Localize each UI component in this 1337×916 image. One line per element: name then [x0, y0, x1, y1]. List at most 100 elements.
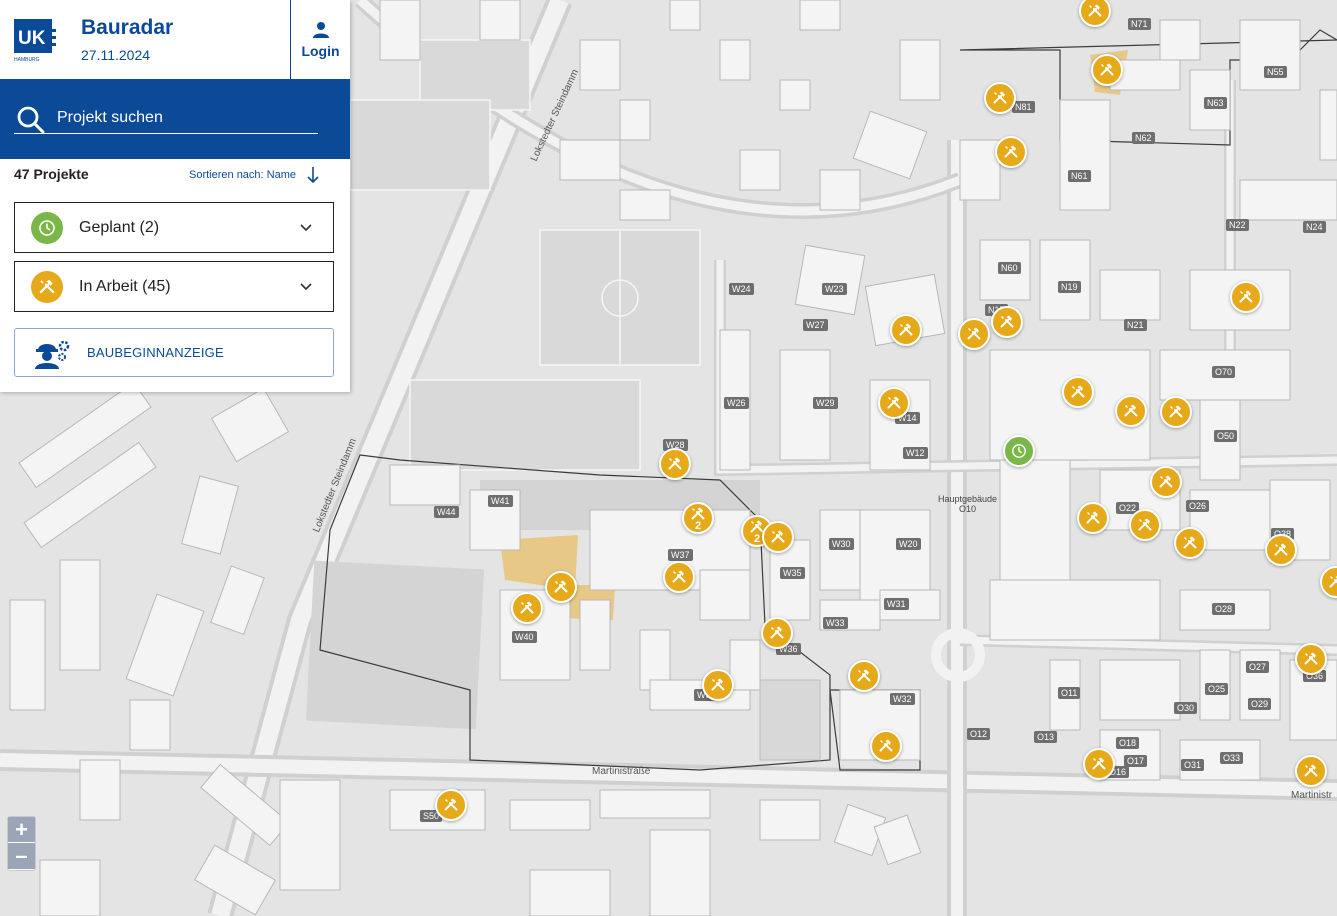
hammer-icon [1086, 511, 1100, 524]
building-label: W24 [729, 283, 754, 295]
building-label: O28 [1212, 603, 1236, 615]
project-marker-in-progress[interactable] [1129, 509, 1161, 541]
group-geplant[interactable]: Geplant (2) [14, 202, 334, 253]
building-label: N24 [1303, 221, 1326, 233]
project-marker-in-progress[interactable] [659, 448, 691, 480]
app-title: Bauradar [81, 16, 174, 39]
zoom-control: + – [7, 816, 36, 871]
project-marker-in-progress[interactable] [991, 306, 1023, 338]
search-icon [17, 106, 45, 134]
hammer-icon [668, 457, 682, 470]
hammer-icon [1004, 145, 1018, 158]
project-marker-in-progress[interactable] [1160, 396, 1192, 428]
hammer-icon [857, 669, 871, 682]
project-marker-in-progress[interactable] [761, 617, 793, 649]
project-marker-in-progress[interactable] [870, 730, 902, 762]
main-building-label: Hauptgebäude O10 [938, 494, 997, 514]
building-label: N22 [1226, 219, 1249, 231]
building-label: O11 [1058, 687, 1081, 699]
project-marker-in-progress[interactable] [958, 318, 990, 350]
zoom-out-button[interactable]: – [8, 843, 35, 869]
hammer-icon [879, 739, 893, 752]
search-bar [0, 79, 350, 159]
app-date: 27.11.2024 [81, 47, 151, 63]
project-marker-in-progress[interactable] [890, 314, 922, 346]
project-marker-in-progress[interactable] [1174, 527, 1206, 559]
project-marker-in-progress[interactable] [1265, 534, 1297, 566]
project-marker-planned[interactable] [1003, 435, 1035, 467]
project-marker-in-progress[interactable] [545, 571, 577, 603]
hammer-icon [1159, 475, 1173, 488]
poi-label: O10 [959, 504, 977, 514]
project-marker-in-progress[interactable] [1115, 395, 1147, 427]
baubeginnanzeige-button[interactable]: BAUBEGINNANZEIGE [14, 328, 334, 377]
side-panel: UK HAMBURG Bauradar 27.11.2024 Login 47 … [0, 0, 350, 392]
building-label: N61 [1068, 170, 1091, 182]
top-bar: UK HAMBURG Bauradar 27.11.2024 Login [0, 0, 350, 79]
project-marker-in-progress[interactable] [984, 82, 1016, 114]
poi-label: Hauptgebäude [938, 494, 998, 504]
project-marker-in-progress[interactable] [1230, 281, 1262, 313]
login-button[interactable]: Login [290, 0, 350, 79]
worker-gear-icon [35, 340, 70, 369]
building-label: O25 [1205, 683, 1229, 695]
hammer-icon [771, 530, 785, 543]
user-icon [312, 21, 329, 38]
project-marker-in-progress[interactable] [663, 561, 695, 593]
project-marker-in-progress[interactable] [435, 789, 467, 821]
hammer-icon [554, 580, 568, 593]
building-label: W27 [803, 319, 828, 331]
group-label: In Arbeit (45) [79, 277, 171, 295]
group-label: Geplant (2) [79, 218, 160, 236]
building-label: N21 [1124, 319, 1147, 331]
project-marker-in-progress[interactable] [511, 592, 543, 624]
marker-count: 2 [753, 532, 761, 545]
project-marker-in-progress[interactable]: 2 [682, 502, 714, 534]
building-label: N63 [1204, 97, 1227, 109]
hammer-icon [1100, 63, 1114, 76]
building-label: N19 [1058, 281, 1081, 293]
logo-subtext: HAMBURG [14, 57, 40, 63]
project-marker-in-progress[interactable] [848, 660, 880, 692]
clock-icon [31, 211, 63, 244]
building-label: W35 [780, 567, 805, 579]
building-label: W33 [823, 617, 848, 629]
building-label: O27 [1246, 661, 1270, 673]
project-marker-in-progress[interactable] [995, 136, 1027, 168]
zoom-in-button[interactable]: + [8, 817, 35, 843]
project-marker-in-progress[interactable] [1077, 502, 1109, 534]
chevron-down-icon [300, 282, 312, 290]
building-label: O33 [1220, 752, 1244, 764]
hammer-icon [1304, 764, 1318, 777]
group-in-arbeit[interactable]: In Arbeit (45) [14, 261, 334, 312]
project-marker-in-progress[interactable] [1083, 748, 1115, 780]
project-marker-in-progress[interactable] [702, 669, 734, 701]
clock-icon [1012, 444, 1026, 458]
hammer-icon [1124, 404, 1138, 417]
project-marker-in-progress[interactable] [878, 387, 910, 419]
hammer-icon [993, 91, 1007, 104]
chevron-down-icon [300, 223, 312, 231]
building-label: W12 [903, 447, 928, 459]
building-label: O31 [1181, 759, 1205, 771]
project-marker-in-progress[interactable] [1150, 466, 1182, 498]
sort-button[interactable]: Sortieren nach: Name [189, 166, 320, 184]
hammer-icon [444, 798, 458, 811]
building-label: O18 [1116, 737, 1140, 749]
project-marker-in-progress[interactable] [1091, 54, 1123, 86]
project-marker-in-progress[interactable] [1295, 755, 1327, 787]
building-label: O12 [967, 728, 991, 740]
building-label: W26 [724, 397, 749, 409]
hammer-icon [1071, 385, 1085, 398]
building-label: W20 [896, 538, 921, 550]
building-label: N60 [998, 262, 1021, 274]
project-marker-in-progress[interactable] [1062, 376, 1094, 408]
building-label: N81 [1012, 101, 1035, 113]
project-marker-in-progress[interactable] [1295, 643, 1327, 675]
baubeginnanzeige-label: BAUBEGINNANZEIGE [87, 345, 224, 360]
project-marker-in-progress[interactable] [762, 521, 794, 553]
hammer-icon [1088, 4, 1102, 17]
hammer-icon [899, 323, 913, 336]
search-input[interactable] [14, 103, 318, 134]
project-count: 47 Projekte [14, 166, 89, 182]
